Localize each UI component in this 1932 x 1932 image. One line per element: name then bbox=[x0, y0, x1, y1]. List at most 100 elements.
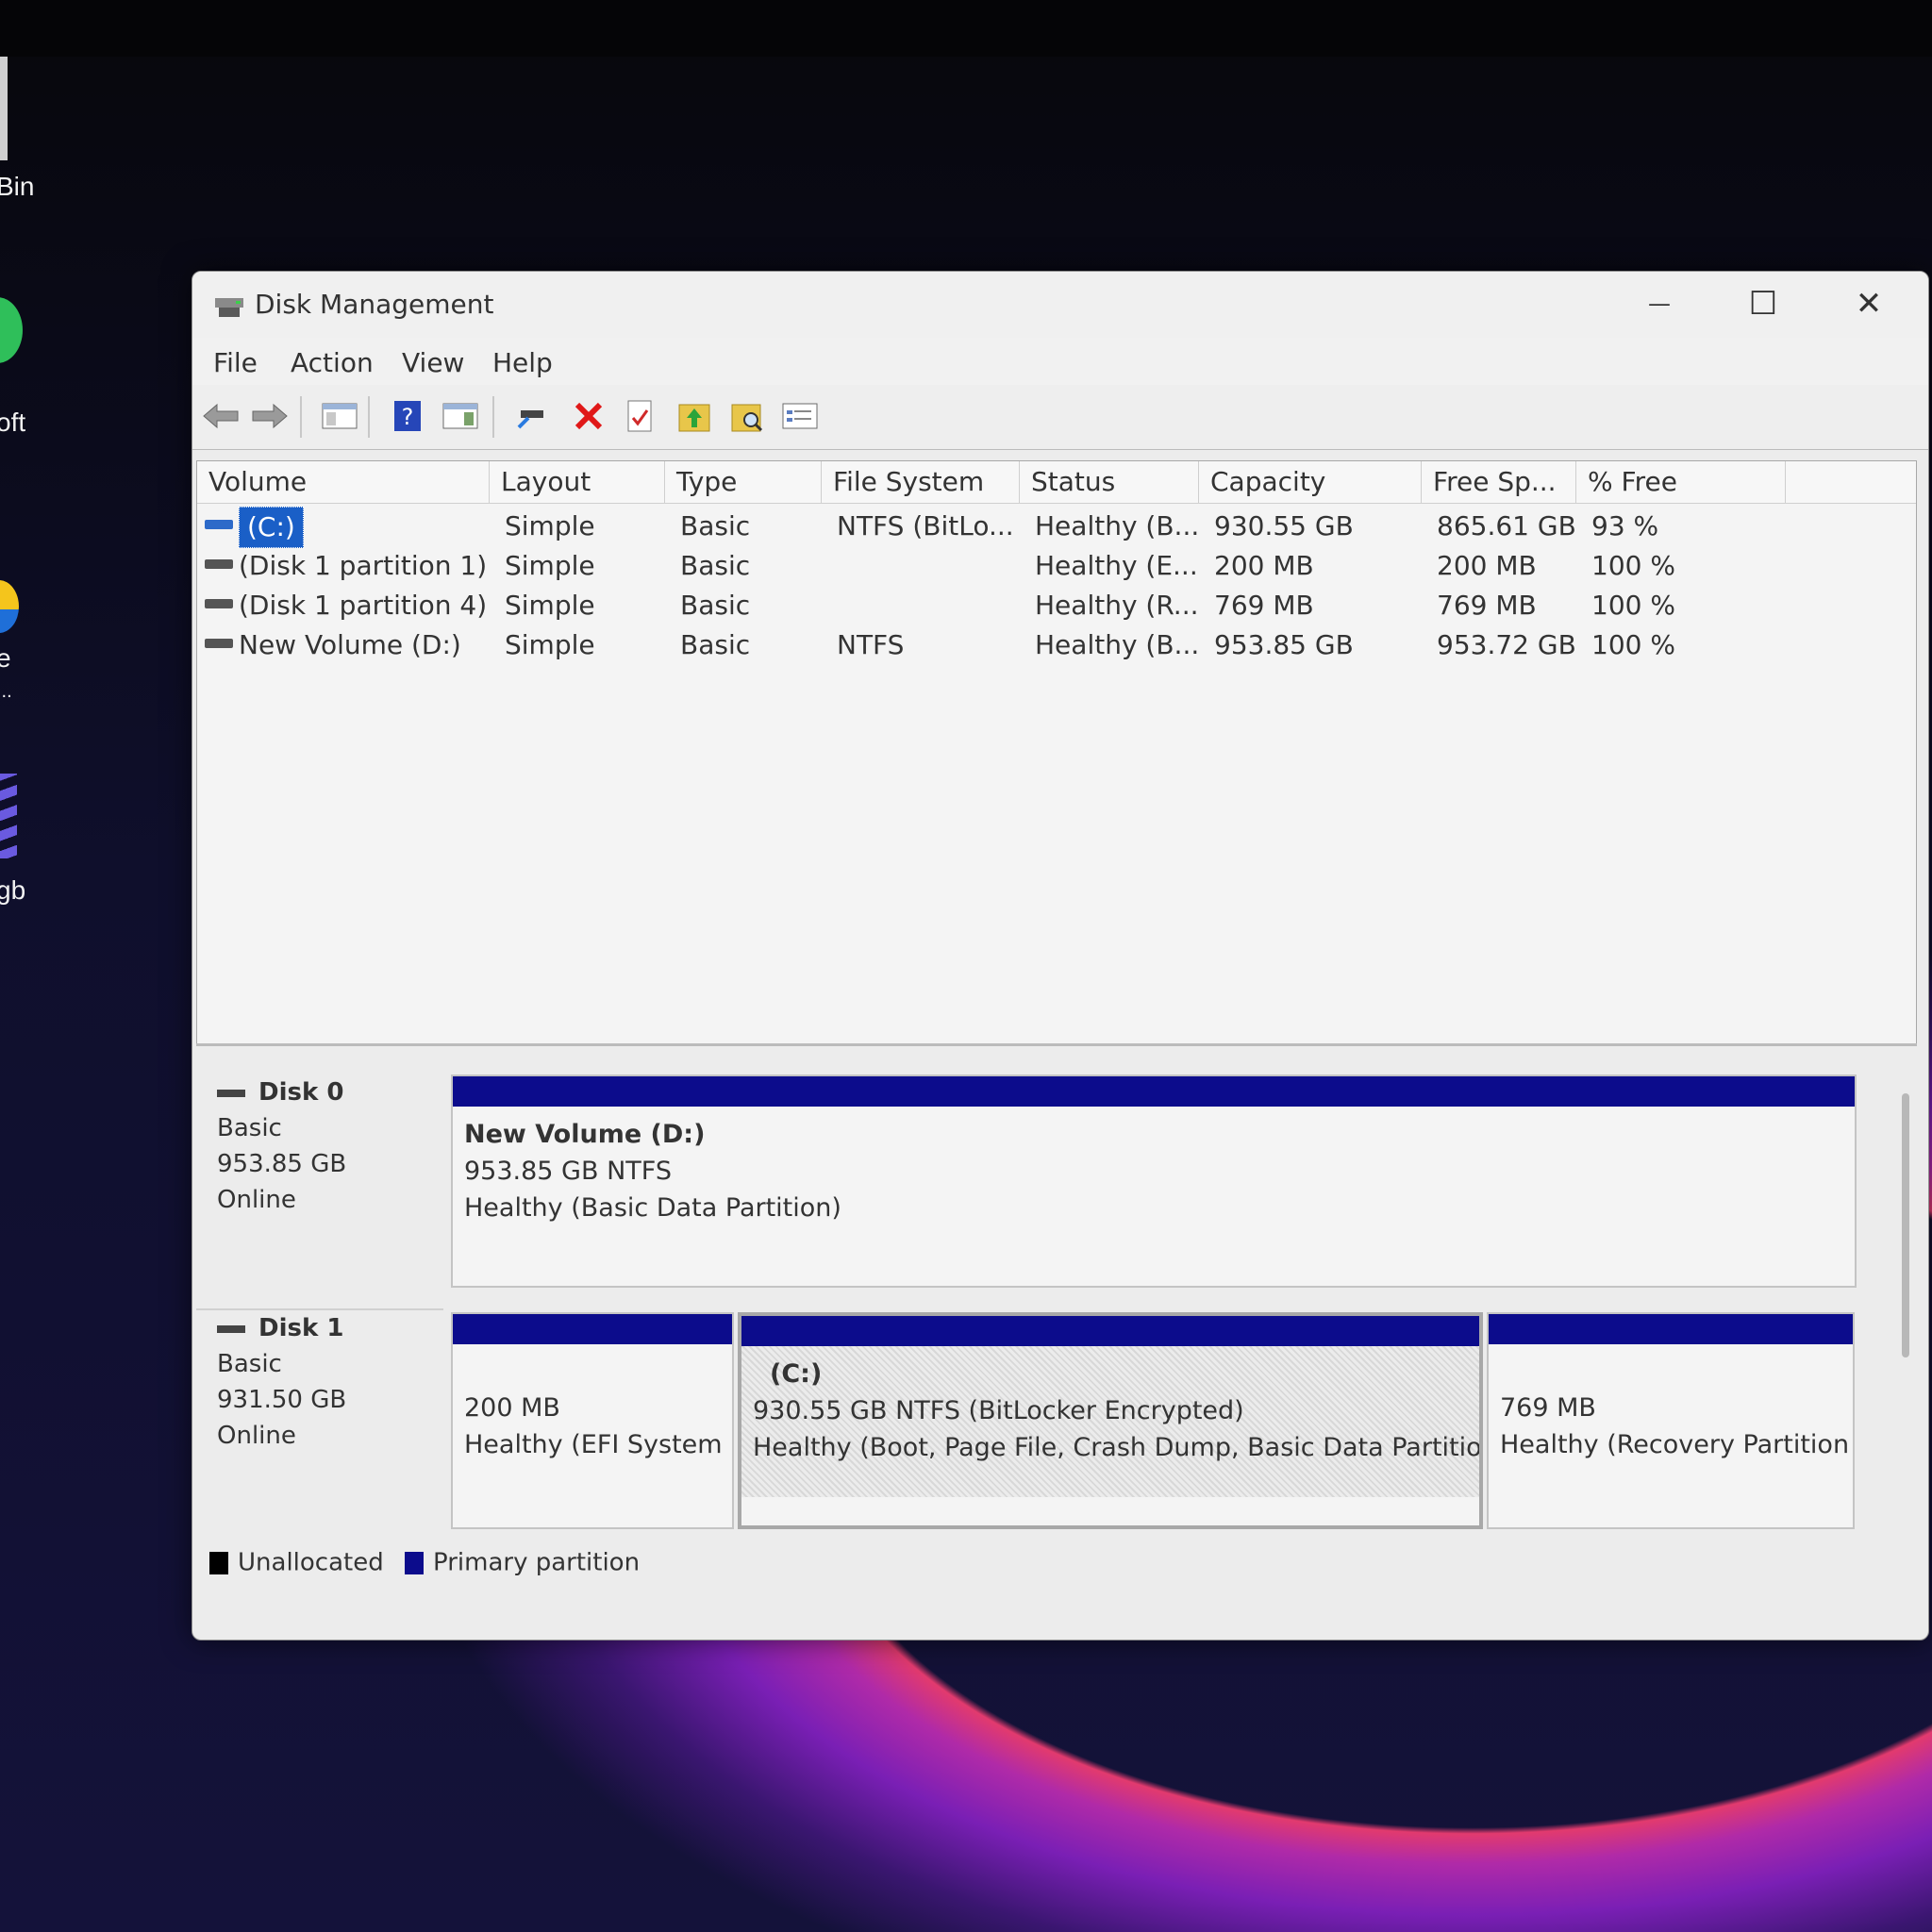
partition-recovery[interactable]: 769 MB Healthy (Recovery Partition bbox=[1487, 1312, 1855, 1529]
disk-0-info[interactable]: Disk 0 Basic 953.85 GB Online bbox=[196, 1074, 443, 1218]
partition-status: Healthy (Boot, Page File, Crash Dump, Ba… bbox=[753, 1433, 1479, 1462]
desktop-label[interactable]: e bbox=[0, 643, 11, 674]
volume-list[interactable]: Volume Layout Type File System Status Ca… bbox=[196, 460, 1917, 1045]
volume-layout: Simple bbox=[505, 510, 595, 541]
console-tree-icon[interactable] bbox=[319, 394, 360, 438]
app-shortcut-icon[interactable] bbox=[0, 580, 19, 633]
menu-action[interactable]: Action bbox=[291, 347, 374, 378]
disk-0-state: Online bbox=[217, 1186, 296, 1214]
partition-status: Healthy (Basic Data Partition) bbox=[464, 1193, 841, 1223]
back-arrow-icon[interactable] bbox=[200, 394, 242, 438]
volume-capacity: 930.55 GB bbox=[1214, 510, 1354, 541]
volume-row[interactable]: (C:) Simple Basic NTFS (BitLo... Healthy… bbox=[197, 507, 1916, 548]
volume-capacity: 200 MB bbox=[1214, 550, 1314, 581]
disk-map[interactable]: Disk 0 Basic 953.85 GB Online New Volume… bbox=[196, 1043, 1917, 1593]
volume-name[interactable]: New Volume (D:) bbox=[239, 625, 461, 665]
maximize-button[interactable]: ☐ bbox=[1721, 279, 1806, 328]
column-file-system[interactable]: File System bbox=[822, 461, 1020, 503]
volume-name[interactable]: (C:) bbox=[239, 507, 304, 548]
minimize-button[interactable]: — bbox=[1617, 279, 1702, 328]
primary-partition-swatch bbox=[404, 1551, 424, 1574]
volume-icon bbox=[205, 520, 233, 529]
delete-icon[interactable] bbox=[568, 394, 609, 438]
volume-layout: Simple bbox=[505, 590, 595, 621]
volume-row[interactable]: (Disk 1 partition 4) Simple Basic Health… bbox=[197, 586, 1916, 625]
unallocated-swatch bbox=[209, 1551, 228, 1574]
disk-1-info[interactable]: Disk 1 Basic 931.50 GB Online bbox=[196, 1308, 443, 1454]
disk-management-app-icon bbox=[215, 298, 243, 317]
recycle-bin-icon[interactable] bbox=[0, 57, 8, 160]
disk-0-type: Basic bbox=[217, 1114, 282, 1142]
volume-free-space: 769 MB bbox=[1437, 590, 1537, 621]
partition-title: (C:) bbox=[770, 1359, 823, 1389]
volume-capacity: 953.85 GB bbox=[1214, 629, 1354, 660]
desktop-label[interactable]: ... bbox=[0, 681, 12, 703]
svg-text:?: ? bbox=[402, 404, 414, 430]
toolbar-separator bbox=[368, 396, 370, 438]
partition-size: 930.55 GB NTFS (BitLocker Encrypted) bbox=[753, 1396, 1244, 1425]
volume-list-header: Volume Layout Type File System Status Ca… bbox=[197, 461, 1916, 504]
volume-icon bbox=[205, 639, 233, 648]
volume-file-system: NTFS (BitLo... bbox=[837, 510, 1014, 541]
legend-unallocated: Unallocated bbox=[238, 1548, 384, 1577]
folder-up-icon[interactable] bbox=[674, 394, 715, 438]
title-bar[interactable]: Disk Management — ☐ ✕ bbox=[192, 272, 1928, 338]
partition-d[interactable]: New Volume (D:) 953.85 GB NTFS Healthy (… bbox=[451, 1074, 1857, 1288]
screen-top-band bbox=[0, 0, 1932, 57]
edge-browser-icon[interactable] bbox=[0, 297, 23, 363]
partition-title: New Volume (D:) bbox=[464, 1120, 706, 1149]
menu-file[interactable]: File bbox=[213, 347, 258, 378]
search-folder-icon[interactable] bbox=[726, 394, 768, 438]
window-title: Disk Management bbox=[255, 289, 494, 320]
disk-1-type: Basic bbox=[217, 1350, 282, 1378]
disk-1-state: Online bbox=[217, 1422, 296, 1450]
volume-percent-free: 100 % bbox=[1591, 629, 1675, 660]
volume-type: Basic bbox=[680, 510, 751, 541]
disk-0-name-line: Disk 0 bbox=[196, 1074, 443, 1110]
menu-view[interactable]: View bbox=[402, 347, 464, 378]
volume-percent-free: 100 % bbox=[1591, 590, 1675, 621]
desktop-label[interactable]: oft bbox=[0, 408, 25, 438]
volume-layout: Simple bbox=[505, 550, 595, 581]
volume-free-space: 200 MB bbox=[1437, 550, 1537, 581]
disk-1-name: Disk 1 bbox=[258, 1314, 344, 1342]
column-status[interactable]: Status bbox=[1020, 461, 1199, 503]
column-volume[interactable]: Volume bbox=[197, 461, 490, 503]
close-button[interactable]: ✕ bbox=[1826, 279, 1911, 328]
desktop-label[interactable]: gb bbox=[0, 875, 25, 906]
volume-name[interactable]: (Disk 1 partition 4) bbox=[239, 586, 487, 625]
volume-icon bbox=[205, 599, 233, 608]
menu-help[interactable]: Help bbox=[492, 347, 553, 378]
column-free-space[interactable]: Free Sp... bbox=[1422, 461, 1576, 503]
connect-disk-icon[interactable] bbox=[513, 394, 555, 438]
properties-icon[interactable] bbox=[619, 394, 660, 438]
help-icon[interactable]: ? bbox=[387, 394, 428, 438]
disk-1-name-line: Disk 1 bbox=[196, 1310, 443, 1346]
action-pane-icon[interactable] bbox=[440, 394, 481, 438]
disk-0-name: Disk 0 bbox=[258, 1078, 344, 1107]
volume-free-space: 865.61 GB bbox=[1437, 510, 1576, 541]
app-shortcut-icon[interactable] bbox=[0, 774, 17, 858]
volume-row[interactable]: New Volume (D:) Simple Basic NTFS Health… bbox=[197, 625, 1916, 665]
settings-view-icon[interactable] bbox=[779, 394, 821, 438]
forward-arrow-icon[interactable] bbox=[249, 394, 291, 438]
toolbar: ? bbox=[192, 385, 1928, 450]
partition-size: 200 MB bbox=[464, 1393, 560, 1423]
column-capacity[interactable]: Capacity bbox=[1199, 461, 1422, 503]
disk-map-scrollbar[interactable] bbox=[1902, 1093, 1909, 1357]
volume-capacity: 769 MB bbox=[1214, 590, 1314, 621]
column-layout[interactable]: Layout bbox=[490, 461, 665, 503]
disk-1-size: 931.50 GB bbox=[217, 1386, 347, 1414]
disk-management-window: Disk Management — ☐ ✕ File Action View H… bbox=[192, 271, 1929, 1641]
volume-percent-free: 93 % bbox=[1591, 510, 1659, 541]
column-percent-free[interactable]: % Free bbox=[1576, 461, 1786, 503]
partition-efi[interactable]: 200 MB Healthy (EFI System I bbox=[451, 1312, 734, 1529]
partition-c[interactable]: (C:) 930.55 GB NTFS (BitLocker Encrypted… bbox=[738, 1312, 1483, 1529]
volume-name[interactable]: (Disk 1 partition 1) bbox=[239, 546, 487, 586]
partition-size: 769 MB bbox=[1500, 1393, 1596, 1423]
desktop-label[interactable]: Bin bbox=[0, 172, 34, 202]
column-type[interactable]: Type bbox=[665, 461, 822, 503]
volume-row[interactable]: (Disk 1 partition 1) Simple Basic Health… bbox=[197, 546, 1916, 586]
legend-primary: Primary partition bbox=[432, 1548, 641, 1577]
disk-0-size: 953.85 GB bbox=[217, 1150, 347, 1178]
